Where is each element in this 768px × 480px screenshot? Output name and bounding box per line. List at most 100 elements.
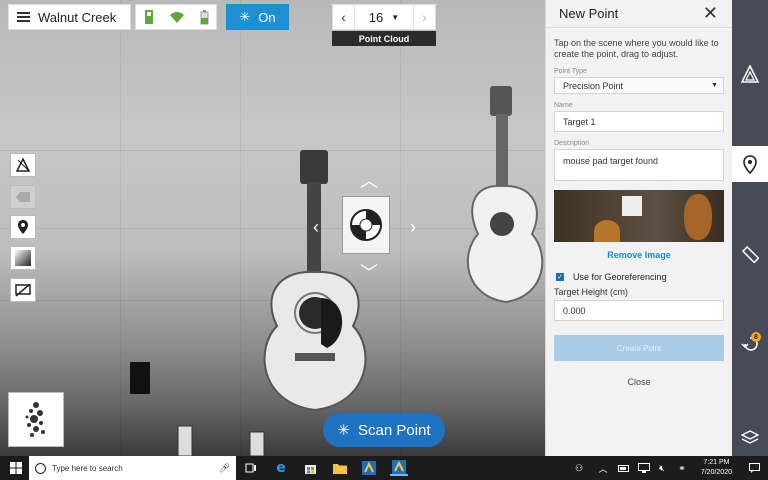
- scan-point-label: Scan Point: [358, 421, 431, 439]
- clock-date: 7/20/2020: [700, 469, 732, 476]
- microphone-icon[interactable]: 🎤︎: [219, 463, 230, 474]
- clock-time: 7:21 PM: [703, 459, 730, 466]
- site-name: Walnut Creek: [38, 9, 117, 25]
- device-status: [135, 4, 217, 30]
- move-right-arrow-icon[interactable]: ›: [410, 218, 416, 236]
- wifi-icon: [169, 12, 184, 23]
- scan-toggle-label: On: [258, 9, 276, 25]
- panel-title: New Point: [559, 6, 619, 21]
- app-icon-1[interactable]: [360, 460, 378, 476]
- panel-header: New Point ✕: [546, 0, 732, 28]
- close-icon[interactable]: ✕: [703, 3, 718, 24]
- name-label: Name: [554, 102, 573, 109]
- gradient-tool-button[interactable]: [10, 246, 36, 270]
- description-input[interactable]: mouse pad target found: [554, 149, 724, 181]
- gradient-icon: [15, 250, 31, 266]
- chevron-down-icon: ▼: [711, 82, 718, 89]
- remove-image-link[interactable]: Remove Image: [546, 250, 732, 260]
- ruler-icon: [741, 245, 759, 263]
- density-next-icon[interactable]: ›: [413, 5, 435, 29]
- search-circle-icon: [35, 462, 46, 474]
- rail-point-button[interactable]: [732, 146, 768, 182]
- battery-tray-icon[interactable]: [618, 460, 630, 476]
- triangle-measure-icon: [16, 158, 30, 172]
- point-type-value: Precision Point: [563, 80, 624, 91]
- scene-viewport[interactable]: ︿ ‹ › ﹀ Walnut Creek ✳ On ‹ 16 ▼ › Point…: [0, 0, 545, 456]
- move-left-arrow-icon[interactable]: ‹: [313, 218, 319, 236]
- windows-taskbar: Type here to search 🎤︎ e ⚇ ︿ 🔇︎ ⚭ 7:21 P…: [0, 456, 768, 480]
- battery-icon: [200, 9, 208, 24]
- photo-guitar-right: [684, 194, 712, 240]
- target-marker[interactable]: [342, 196, 390, 254]
- volume-muted-icon[interactable]: 🔇︎: [656, 460, 668, 476]
- label-tool-button[interactable]: [10, 185, 36, 209]
- tool-rail: 8: [732, 0, 768, 456]
- layers-icon: [741, 430, 759, 444]
- density-value: 16: [368, 9, 384, 25]
- app-window: ︿ ‹ › ﹀ Walnut Creek ✳ On ‹ 16 ▼ › Point…: [0, 0, 768, 480]
- move-down-arrow-icon[interactable]: ﹀: [360, 264, 378, 282]
- windows-start-icon[interactable]: [9, 460, 23, 476]
- move-up-arrow-icon[interactable]: ︿: [360, 172, 378, 190]
- rail-layers-button[interactable]: [732, 420, 768, 456]
- wall-outlet: [130, 362, 150, 394]
- task-view-icon[interactable]: [244, 460, 258, 476]
- store-icon[interactable]: [303, 460, 317, 476]
- location-pin-icon: [18, 220, 28, 234]
- name-input[interactable]: Target 1: [554, 111, 724, 132]
- georef-row[interactable]: ✓ Use for Georeferencing: [556, 272, 732, 282]
- point-cloud-label: Point Cloud: [332, 31, 436, 46]
- edge-browser-icon[interactable]: e: [274, 460, 288, 476]
- new-point-panel: New Point ✕ Tap on the scene where you w…: [545, 0, 732, 456]
- search-placeholder: Type here to search: [52, 463, 123, 473]
- target-icon: [350, 209, 382, 241]
- point-photo: [554, 190, 724, 242]
- scan-toggle-button[interactable]: ✳ On: [226, 4, 289, 30]
- density-value-select[interactable]: 16 ▼: [355, 10, 413, 25]
- screen-off-icon: [15, 283, 31, 297]
- site-selector[interactable]: Walnut Creek: [8, 4, 131, 30]
- guitar-left-image: [263, 150, 367, 412]
- scan-thumbnail[interactable]: [8, 392, 64, 447]
- close-button[interactable]: Close: [546, 377, 732, 387]
- guitar-right-image: [466, 86, 544, 304]
- photo-guitar-left: [594, 220, 620, 242]
- taskbar-clock[interactable]: 7:21 PM 7/20/2020: [701, 458, 732, 478]
- app-icon-2[interactable]: [390, 460, 408, 476]
- target-height-input[interactable]: 0.000: [554, 300, 724, 321]
- location-pin-icon: [743, 154, 757, 174]
- georef-label: Use for Georeferencing: [573, 272, 667, 282]
- point-cloud-thumbnail-icon: [25, 401, 45, 437]
- taskbar-search[interactable]: Type here to search 🎤︎: [29, 456, 236, 480]
- scan-point-button[interactable]: ✳ Scan Point: [323, 413, 445, 447]
- people-icon[interactable]: ⚇: [573, 460, 585, 476]
- point-type-select[interactable]: Precision Point ▼: [554, 77, 724, 94]
- chevron-down-icon: ▼: [391, 12, 400, 22]
- photo-target-card: [622, 196, 642, 216]
- rail-history-button[interactable]: 8: [732, 326, 768, 362]
- density-prev-icon[interactable]: ‹: [333, 5, 355, 29]
- target-height-label: Target Height (cm): [554, 287, 629, 297]
- menu-icon[interactable]: [17, 12, 30, 22]
- scan-sparkle-icon: ✳: [239, 9, 251, 24]
- tray-chevron-up-icon[interactable]: ︿: [598, 460, 608, 476]
- panel-instructions: Tap on the scene where you would like to…: [554, 38, 719, 59]
- link-tray-icon[interactable]: ⚭: [676, 460, 688, 476]
- point-type-label: Point Type: [554, 68, 587, 75]
- device-icon: [144, 10, 153, 24]
- description-label: Description: [554, 140, 590, 147]
- guitar-heads-image: [177, 425, 265, 456]
- density-stepper[interactable]: ‹ 16 ▼ ›: [332, 4, 436, 30]
- notifications-icon[interactable]: [748, 460, 760, 476]
- point-tool-button[interactable]: [10, 215, 36, 239]
- scan-sparkle-icon: ✳: [337, 422, 351, 439]
- hide-screen-button[interactable]: [10, 278, 36, 302]
- network-tray-icon[interactable]: [638, 460, 650, 476]
- rail-measure-button[interactable]: [732, 56, 768, 92]
- create-point-button[interactable]: Create Point: [554, 335, 724, 361]
- rail-ruler-button[interactable]: [732, 236, 768, 272]
- tag-icon: [16, 192, 30, 202]
- measure-tool-button[interactable]: [10, 153, 36, 177]
- file-explorer-icon[interactable]: [332, 460, 348, 476]
- georef-checkbox[interactable]: ✓: [556, 273, 564, 281]
